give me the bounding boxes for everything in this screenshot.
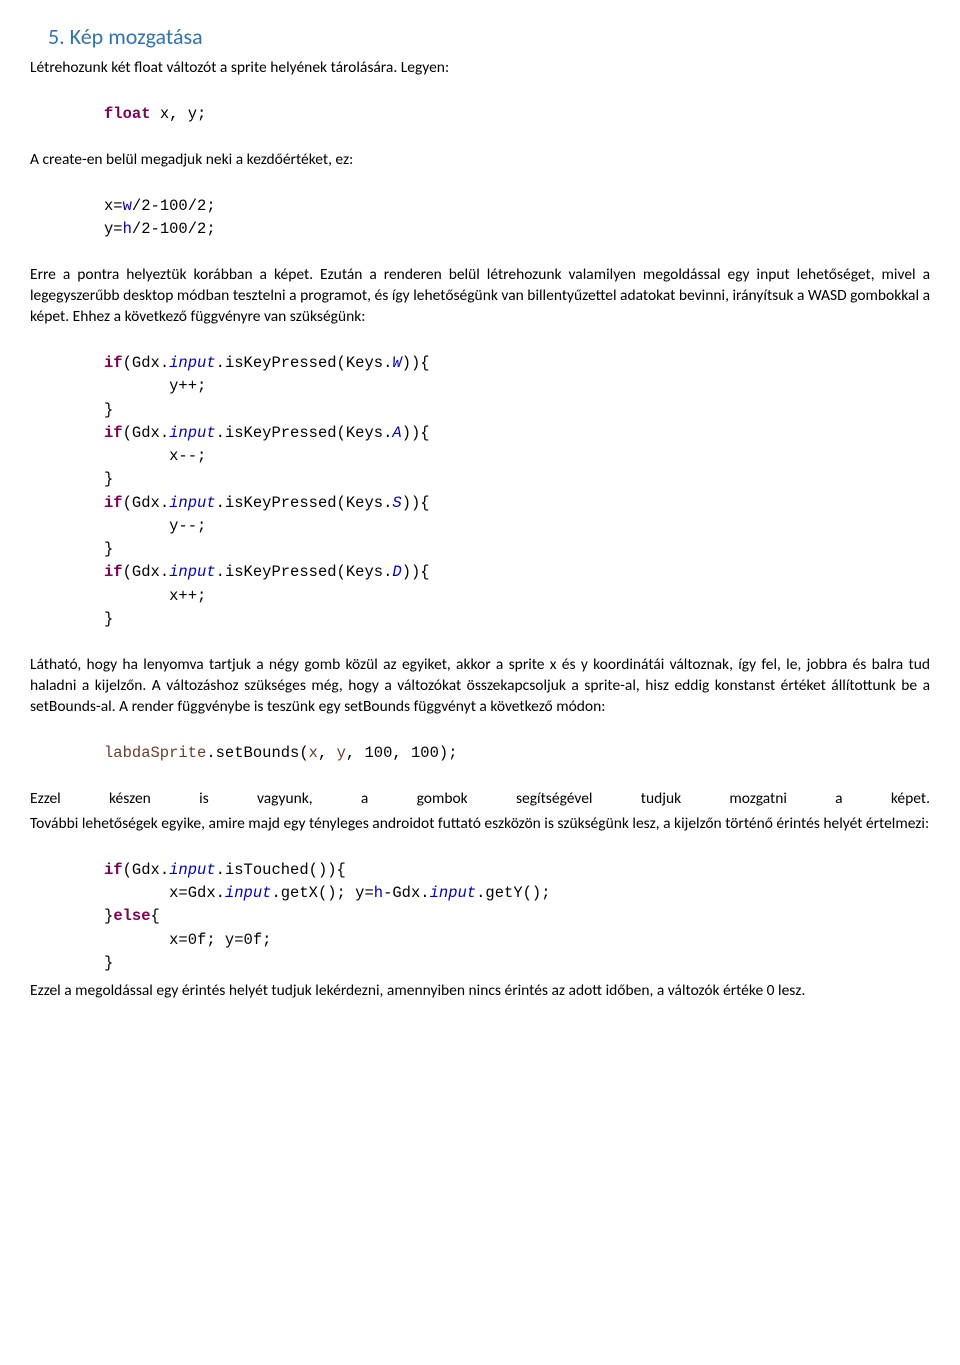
code-text: } xyxy=(104,401,113,419)
code-field: w xyxy=(123,197,132,215)
code-text: /2-100/2; xyxy=(132,220,216,238)
code-text: )){ xyxy=(402,424,430,442)
code-text: , 100, 100); xyxy=(346,744,458,762)
code-keyword: if xyxy=(104,354,123,372)
paragraph-4: Látható, hogy ha lenyomva tartjuk a négy… xyxy=(30,655,930,718)
code-text: (Gdx. xyxy=(123,563,170,581)
code-keyword: if xyxy=(104,563,123,581)
code-block-4: labdaSprite.setBounds(x, y, 100, 100); xyxy=(104,742,930,765)
paragraph-5b: További lehetőségek egyike, amire majd e… xyxy=(30,814,930,835)
code-text: y= xyxy=(104,220,123,238)
code-keyword: float xyxy=(104,105,151,123)
code-text: .isTouched()){ xyxy=(216,861,346,879)
code-text: (Gdx. xyxy=(123,494,170,512)
code-variable: labdaSprite xyxy=(104,744,206,762)
code-text: x= xyxy=(104,197,123,215)
code-field: input xyxy=(169,563,216,581)
code-text: } xyxy=(104,470,113,488)
code-field: input xyxy=(169,861,216,879)
code-text: x, y; xyxy=(151,105,207,123)
code-text: /2-100/2; xyxy=(132,197,216,215)
code-block-2: x=w/2-100/2; y=h/2-100/2; xyxy=(104,195,930,242)
code-variable: x xyxy=(309,744,318,762)
code-block-5: if(Gdx.input.isTouched()){ x=Gdx.input.g… xyxy=(104,859,930,975)
paragraph-6: Ezzel a megoldással egy érintés helyét t… xyxy=(30,981,930,1002)
code-field: input xyxy=(225,884,272,902)
code-block-1: float x, y; xyxy=(104,103,930,126)
code-text: y--; xyxy=(104,517,206,535)
code-text: x--; xyxy=(104,447,206,465)
code-keyword: if xyxy=(104,424,123,442)
code-text: .isKeyPressed(Keys. xyxy=(216,563,393,581)
code-text: .isKeyPressed(Keys. xyxy=(216,494,393,512)
code-text: } xyxy=(104,954,113,972)
code-text: )){ xyxy=(402,563,430,581)
code-text: x++; xyxy=(104,587,206,605)
section-heading: 5. Kép mozgatása xyxy=(48,22,930,52)
code-text: } xyxy=(104,540,113,558)
paragraph-2: A create-en belül megadjuk neki a kezdőé… xyxy=(30,150,930,171)
code-constant: D xyxy=(392,563,401,581)
code-block-3: if(Gdx.input.isKeyPressed(Keys.W)){ y++;… xyxy=(104,352,930,631)
paragraph-5a: Ezzel készen is vagyunk, a gombok segíts… xyxy=(30,789,930,810)
code-text: -Gdx. xyxy=(383,884,430,902)
paragraph-3: Erre a pontra helyeztük korábban a képet… xyxy=(30,265,930,328)
code-text: } xyxy=(104,907,113,925)
code-text: (Gdx. xyxy=(123,354,170,372)
code-constant: W xyxy=(392,354,401,372)
code-keyword: if xyxy=(104,861,123,879)
code-text: x=Gdx. xyxy=(104,884,225,902)
code-constant: S xyxy=(392,494,401,512)
code-field: input xyxy=(169,424,216,442)
code-text: .getX(); y= xyxy=(271,884,373,902)
code-text: )){ xyxy=(402,354,430,372)
code-text: )){ xyxy=(402,494,430,512)
code-text: .getY(); xyxy=(476,884,550,902)
code-field: input xyxy=(169,494,216,512)
code-text: { xyxy=(151,907,160,925)
code-variable: y xyxy=(337,744,346,762)
code-text: (Gdx. xyxy=(123,424,170,442)
code-text: .isKeyPressed(Keys. xyxy=(216,354,393,372)
code-field: h xyxy=(123,220,132,238)
code-text: (Gdx. xyxy=(123,861,170,879)
code-text: .isKeyPressed(Keys. xyxy=(216,424,393,442)
code-keyword: if xyxy=(104,494,123,512)
code-keyword: else xyxy=(113,907,150,925)
code-constant: A xyxy=(392,424,401,442)
code-field: input xyxy=(430,884,477,902)
paragraph-1: Létrehozunk két float változót a sprite … xyxy=(30,58,930,79)
code-text: .setBounds( xyxy=(206,744,308,762)
code-text: , xyxy=(318,744,337,762)
code-field: input xyxy=(169,354,216,372)
code-text: x=0f; y=0f; xyxy=(104,931,271,949)
code-text: } xyxy=(104,610,113,628)
code-text: y++; xyxy=(104,377,206,395)
code-field: h xyxy=(374,884,383,902)
